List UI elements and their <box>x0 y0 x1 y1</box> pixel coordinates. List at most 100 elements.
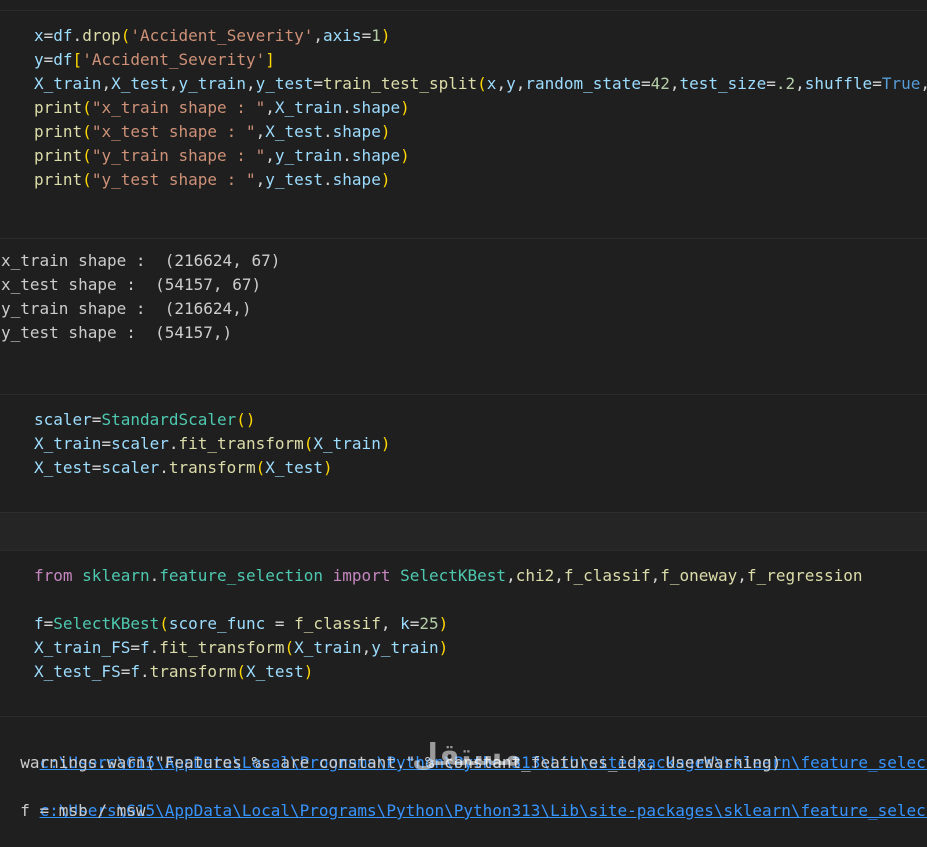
code-token: , <box>380 614 401 633</box>
code-token: from <box>34 566 73 585</box>
code-token: . <box>149 566 160 585</box>
code-token: ( <box>82 170 92 189</box>
file-path-link[interactable]: c:\Users\G15\AppData\Local\Programs\Pyth… <box>40 801 927 820</box>
code-token: "x_train shape : " <box>91 98 266 117</box>
code-token: train_test_split <box>323 74 478 93</box>
code-cell-feature-selection[interactable]: from sklearn.feature_selection import Se… <box>0 550 927 716</box>
code-line: X_train,X_test,y_train,y_test=train_test… <box>34 72 927 96</box>
code-token: True <box>881 74 921 93</box>
code-line: X_train_FS=f.fit_transform(X_train,y_tra… <box>34 636 927 660</box>
code-token: X_train <box>294 638 362 657</box>
code-line: print("x_train shape : ",X_train.shape) <box>34 96 927 120</box>
code-token: f <box>34 614 44 633</box>
code-token: X_train <box>274 98 343 117</box>
code-token: shape <box>332 122 381 141</box>
code-token: shape <box>332 170 381 189</box>
code-token: ( <box>120 26 131 45</box>
code-token: print <box>34 146 83 165</box>
code-token: = <box>872 74 882 93</box>
code-token: ( <box>477 74 487 93</box>
code-token: print <box>34 98 83 117</box>
code-token: . <box>168 434 179 453</box>
code-token: 1 <box>371 26 381 45</box>
code-token: ( <box>82 122 92 141</box>
code-token: ) <box>438 638 449 657</box>
code-token: . <box>323 122 333 141</box>
code-token: , <box>245 74 256 93</box>
code-line: print("y_train shape : ",y_train.shape) <box>34 144 927 168</box>
code-token: "x_test shape : " <box>91 122 256 141</box>
output-cell-warnings: c:\Users\G15\AppData\Local\Programs\Pyth… <box>0 716 927 824</box>
code-token: . <box>72 26 83 45</box>
code-token: = <box>43 50 54 69</box>
empty-output-area <box>0 512 927 551</box>
warning-path-link-2[interactable]: c:\Users\G15\AppData\Local\Programs\Pyth… <box>0 775 927 820</box>
code-token: y_test <box>265 170 324 189</box>
code-token: ) <box>380 26 391 45</box>
code-token: 25 <box>419 614 439 633</box>
code-token: = <box>313 74 324 93</box>
code-token: = <box>640 74 651 93</box>
code-line: f=SelectKBest(score_func = f_classif, k=… <box>34 612 927 636</box>
code-token: y_train <box>371 638 439 657</box>
code-token: ) <box>380 170 391 189</box>
code-token: f <box>139 638 150 657</box>
code-lines: from sklearn.feature_selection import Se… <box>34 564 927 684</box>
output-line: y_train shape : (216624,) <box>1 299 252 318</box>
code-token: = <box>265 614 295 633</box>
code-token: shape <box>351 146 401 165</box>
code-cell-scaler[interactable]: scaler=StandardScaler() X_train=scaler.fi… <box>0 394 927 512</box>
code-token: , <box>361 638 372 657</box>
code-token: ( <box>159 614 169 633</box>
code-token: df <box>53 50 73 69</box>
code-token: random_state <box>525 74 641 93</box>
code-token: scaler <box>34 410 92 429</box>
code-token: 42 <box>650 74 670 93</box>
code-token: = <box>361 26 372 45</box>
code-token: f_oneway <box>660 566 738 585</box>
code-token: transform <box>168 458 256 477</box>
code-token: X_train <box>34 434 102 453</box>
code-token: X_test <box>265 458 324 477</box>
code-token: ] <box>265 50 275 69</box>
code-token: , <box>506 566 516 585</box>
code-token: fit_transform <box>159 638 285 657</box>
code-token: X_test <box>245 662 304 681</box>
code-token: [ <box>72 50 83 69</box>
code-token: sklearn <box>82 566 150 585</box>
code-token: = <box>43 614 54 633</box>
code-token: StandardScaler <box>101 410 237 429</box>
code-token: = <box>43 26 54 45</box>
code-token: X_test <box>111 74 169 93</box>
code-token: score_func <box>168 614 266 633</box>
code-token: . <box>323 170 333 189</box>
code-token: ( <box>82 146 92 165</box>
code-token: , <box>650 566 661 585</box>
code-token: 'Accident_Severity' <box>130 26 314 45</box>
code-token: , <box>920 74 927 93</box>
code-token: ) <box>438 614 449 633</box>
code-lines: scaler=StandardScaler() X_train=scaler.fi… <box>34 408 927 480</box>
code-token: y_train <box>274 146 343 165</box>
code-token: feature_selection <box>159 566 324 585</box>
code-token: 'Accident_Severity' <box>82 50 266 69</box>
code-token: SelectKBest <box>400 566 507 585</box>
code-token: , <box>554 566 564 585</box>
code-token: chi2 <box>515 566 555 585</box>
warning-path-link[interactable]: c:\Users\G15\AppData\Local\Programs\Pyth… <box>0 727 927 772</box>
code-cell-train-test-split[interactable]: x=df.drop('Accident_Severity',axis=1) y=d… <box>0 10 927 238</box>
code-token: scaler <box>101 458 160 477</box>
code-token: f_classif <box>563 566 651 585</box>
code-token: , <box>515 74 526 93</box>
code-token: ) <box>380 122 391 141</box>
code-line: X_train=scaler.fit_transform(X_train) <box>34 432 927 456</box>
code-token: k <box>400 614 410 633</box>
code-line: from sklearn.feature_selection import Se… <box>34 564 927 588</box>
code-token: , <box>737 566 747 585</box>
code-token: = <box>766 74 776 93</box>
code-token: fit_transform <box>178 434 304 453</box>
code-token: scaler <box>111 434 169 453</box>
code-token: () <box>236 410 256 429</box>
